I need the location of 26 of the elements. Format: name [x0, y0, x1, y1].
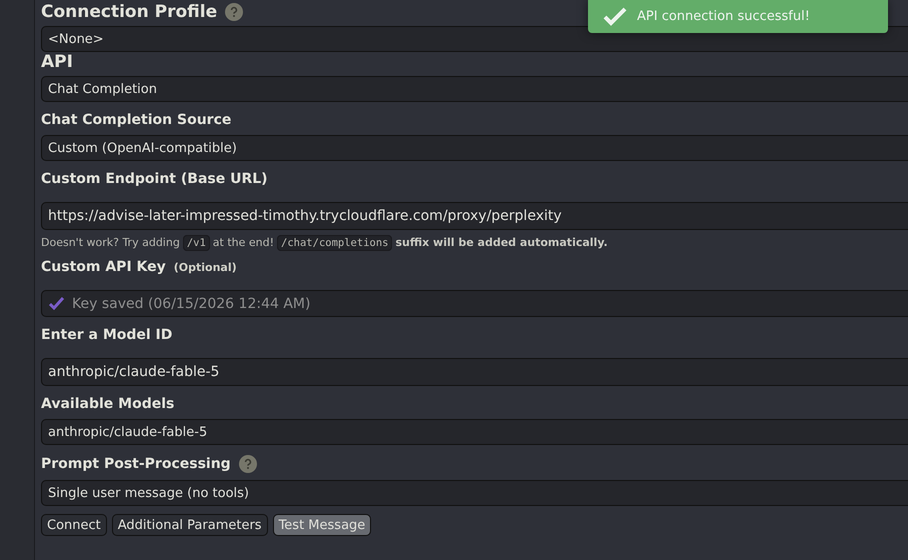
section-label: Custom API Key	[41, 259, 166, 275]
dropdown-select[interactable]: <None>	[41, 26, 908, 52]
checkmark-icon	[49, 297, 65, 310]
help-icon[interactable]	[238, 455, 257, 473]
toast-message: API connection successful!	[637, 9, 810, 24]
action-button[interactable]: Connect	[41, 514, 107, 536]
dropdown-select[interactable]: anthropic/claude-fable-5	[41, 419, 908, 445]
checkmark-icon	[603, 7, 627, 26]
action-button[interactable]: Test Message	[272, 514, 372, 536]
dropdown-select[interactable]: Chat Completion	[41, 76, 908, 102]
hint-text: Doesn't work? Try adding /v1 at the end! /chat/completions suffix will be added automatically.	[41, 236, 609, 249]
text-input[interactable]: https://advise-later-impressed-timothy.trycloudflare.com/proxy/perplexity	[41, 202, 908, 230]
section-label: API	[41, 52, 73, 72]
text-input[interactable]: anthropic/claude-fable-5	[41, 358, 908, 386]
section-label: Connection Profile	[41, 2, 218, 22]
section-label: Chat Completion Source	[41, 112, 232, 128]
section-label: Enter a Model ID	[41, 327, 172, 343]
dropdown-select[interactable]: Single user message (no tools)	[41, 480, 908, 506]
help-icon[interactable]	[225, 3, 244, 21]
section-label: Available Models	[41, 396, 174, 412]
section-label: Prompt Post-Processing	[41, 456, 231, 472]
api-key-field[interactable]: Key saved (06/15/2026 12:44 AM)	[41, 290, 908, 317]
section-label: Custom Endpoint (Base URL)	[41, 171, 268, 187]
action-button[interactable]: Additional Parameters	[112, 514, 268, 536]
optional-note: (Optional)	[174, 260, 237, 274]
dropdown-select[interactable]: Custom (OpenAI-compatible)	[41, 135, 908, 161]
